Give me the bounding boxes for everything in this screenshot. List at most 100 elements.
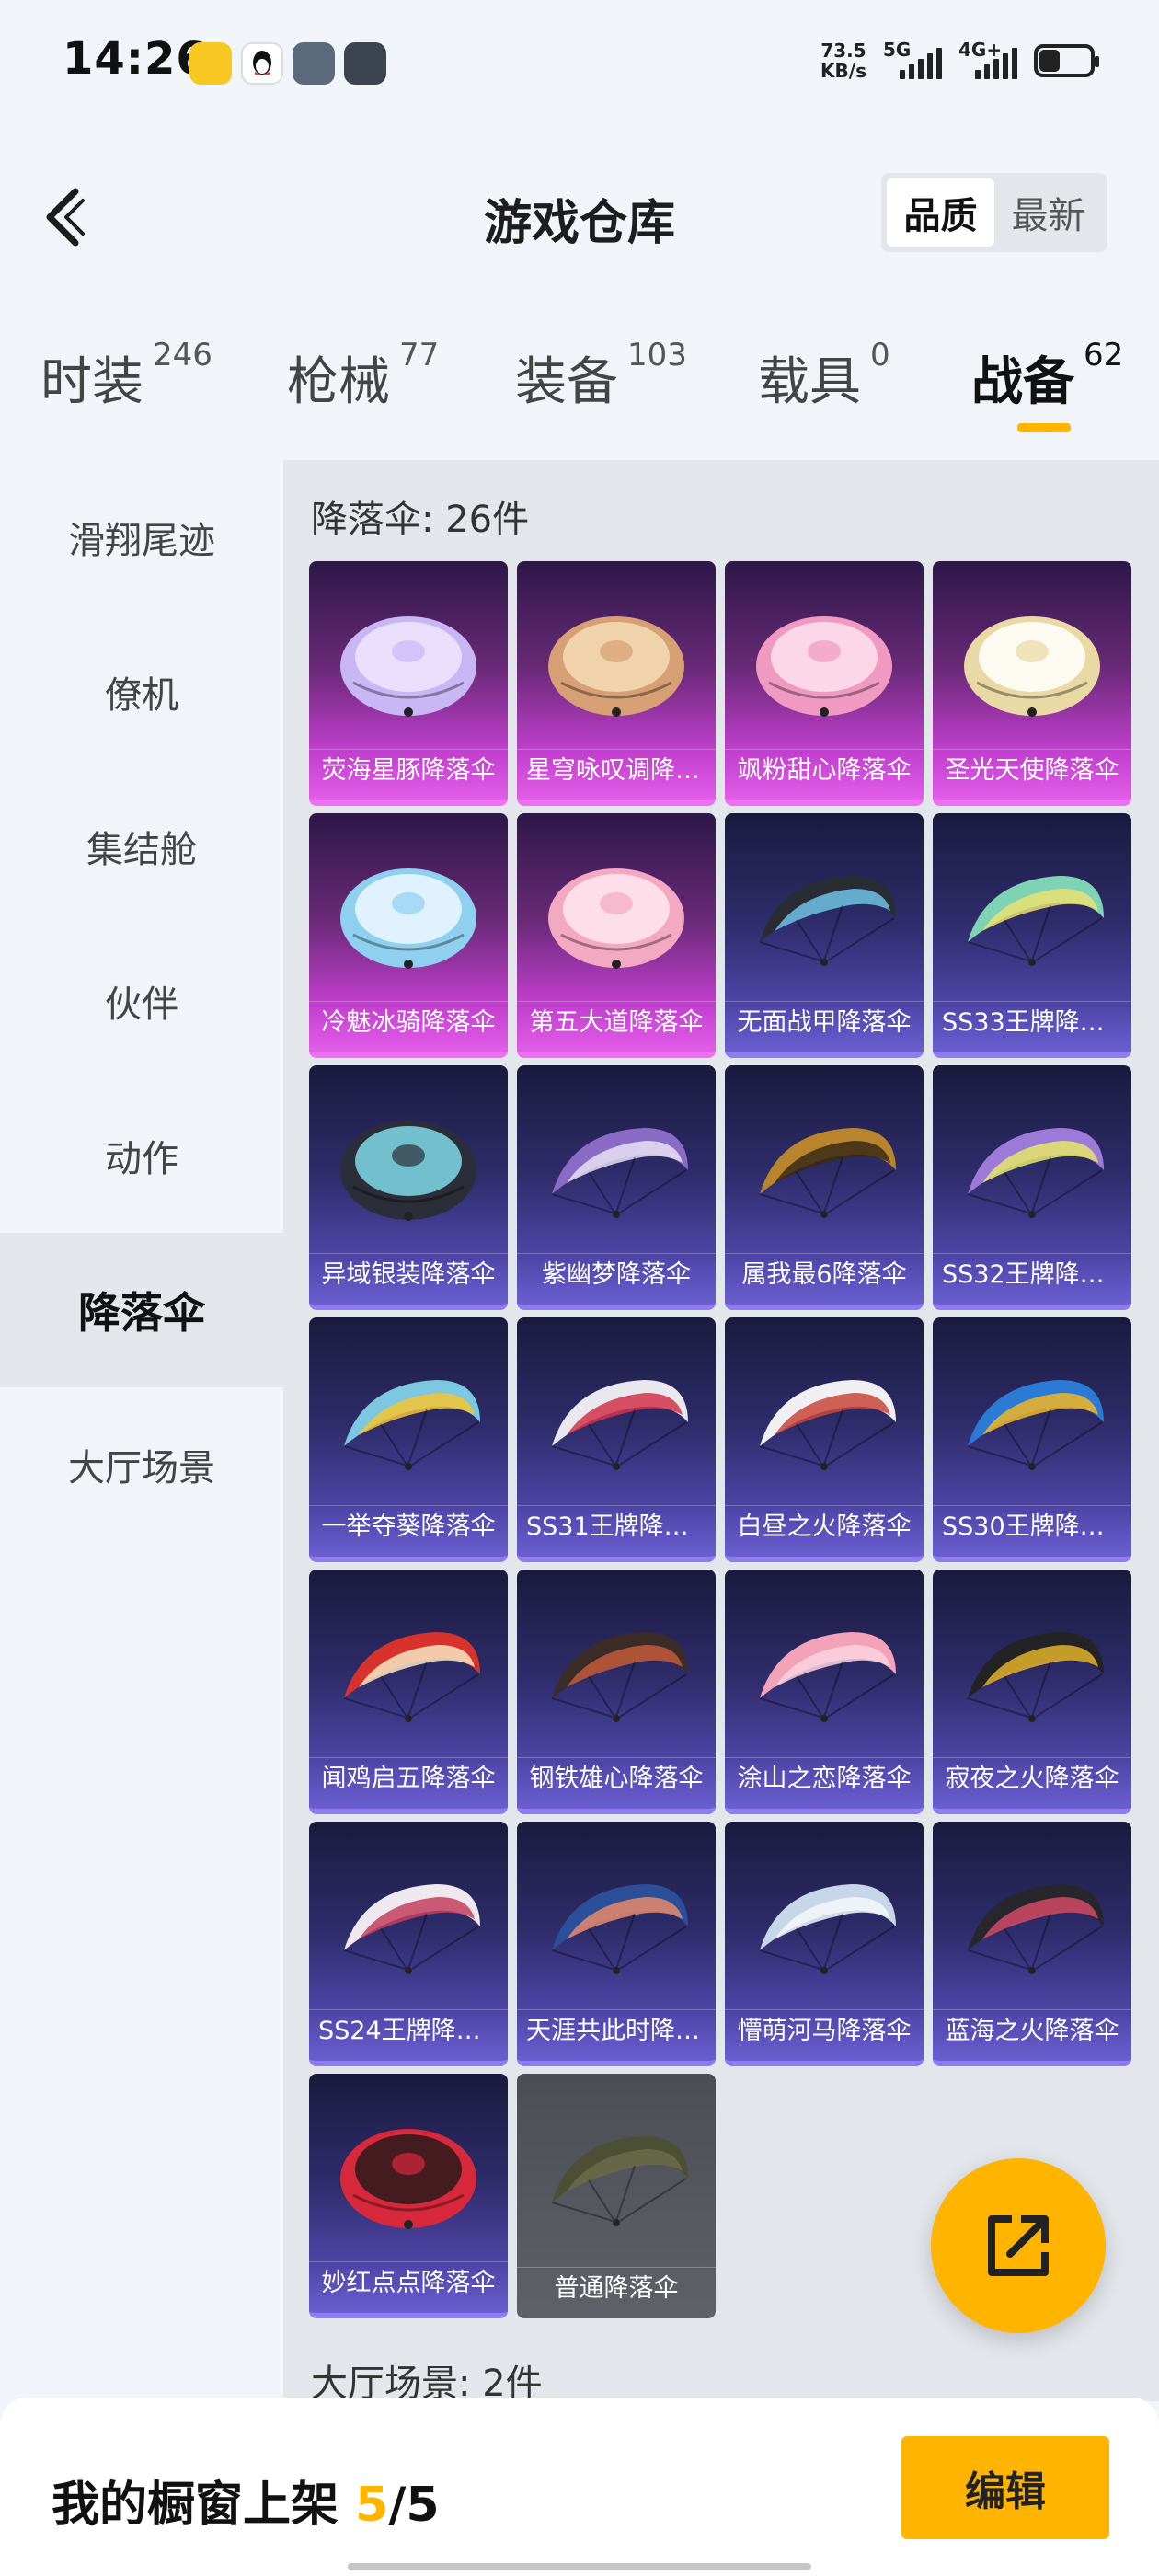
- parachute-image: [340, 1121, 476, 1221]
- sidebar-item-assembly-pod[interactable]: 集结舱: [0, 769, 283, 924]
- parachute-image: [551, 2136, 688, 2226]
- parachute-image: [551, 1380, 688, 1470]
- item-name: 懵萌河马降落伞: [725, 2009, 924, 2053]
- item-card[interactable]: SS30王牌降落伞: [933, 1317, 1131, 1562]
- tab-vehicles[interactable]: 载具 0: [758, 337, 890, 415]
- sidebar-item-parachute[interactable]: 降落伞: [0, 1233, 283, 1387]
- sidebar-item-emote[interactable]: 动作: [0, 1078, 283, 1233]
- item-name: 圣光天使降落伞: [933, 749, 1131, 793]
- parachute-image: [967, 1380, 1104, 1470]
- section-title-lobby-scene: 大厅场景: 2件: [311, 2363, 543, 2401]
- showcase-separator: /: [388, 2478, 407, 2533]
- tab-count: 77: [399, 337, 440, 374]
- notification-icons: [189, 42, 386, 85]
- parachute-image: [759, 1128, 896, 1218]
- item-name: 星穹咏叹调降落伞: [517, 749, 716, 793]
- item-card[interactable]: 闻鸡启五降落伞: [309, 1570, 508, 1814]
- item-card[interactable]: 无面战甲降落伞: [725, 813, 924, 1058]
- parachute-image: [340, 616, 476, 717]
- showcase-label: 我的橱窗上架: [52, 2478, 339, 2533]
- tab-label: 枪械: [287, 352, 390, 412]
- item-name: SS30王牌降落伞: [933, 1505, 1131, 1549]
- parachute-image: [340, 2129, 476, 2229]
- network-speed-value: 73.5: [820, 40, 866, 62]
- item-name: 寂夜之火降落伞: [933, 1757, 1131, 1801]
- parachute-image: [967, 876, 1104, 966]
- parachute-image: [340, 868, 476, 969]
- sidebar-item-companion[interactable]: 伙伴: [0, 924, 283, 1078]
- active-tab-indicator: [1017, 423, 1071, 432]
- share-button[interactable]: [931, 2158, 1106, 2333]
- network-speed: 73.5 KB/s: [820, 40, 866, 81]
- item-card[interactable]: SS31王牌降落伞: [517, 1317, 716, 1562]
- status-bar: 14:26 73.5 KB/s 5G 4G+: [0, 0, 1159, 129]
- parachute-image: [759, 876, 896, 966]
- share-icon: [988, 2215, 1049, 2276]
- tab-combat-gear[interactable]: 战备 62: [971, 337, 1124, 415]
- network-speed-unit: KB/s: [820, 60, 866, 82]
- item-name: 闻鸡启五降落伞: [309, 1757, 508, 1801]
- item-card[interactable]: 白昼之火降落伞: [725, 1317, 924, 1562]
- signal-5g-icon: 5G: [883, 39, 942, 79]
- sidebar-item-wingman[interactable]: 僚机: [0, 615, 283, 769]
- item-card[interactable]: SS32王牌降落伞: [933, 1065, 1131, 1310]
- parachute-image: [551, 1128, 688, 1218]
- item-card[interactable]: 一举夺葵降落伞: [309, 1317, 508, 1562]
- tab-guns[interactable]: 枪械 77: [287, 337, 440, 415]
- tab-count: 62: [1084, 337, 1124, 374]
- item-card[interactable]: 飒粉甜心降落伞: [725, 561, 924, 806]
- item-name: SS31王牌降落伞: [517, 1505, 716, 1549]
- parachute-image: [756, 616, 892, 717]
- item-card[interactable]: 属我最6降落伞: [725, 1065, 924, 1310]
- sort-quality-button[interactable]: 品质: [887, 178, 994, 247]
- item-card[interactable]: SS24王牌降落伞: [309, 1822, 508, 2066]
- item-card[interactable]: 涂山之恋降落伞: [725, 1570, 924, 1814]
- item-name: 荧海星豚降落伞: [309, 749, 508, 793]
- edit-button[interactable]: 编辑: [901, 2436, 1109, 2539]
- item-card[interactable]: 妙红点点降落伞: [309, 2074, 508, 2318]
- game-app-icon: [293, 42, 335, 85]
- sort-newest-button[interactable]: 最新: [994, 178, 1102, 247]
- item-name: 普通降落伞: [517, 2267, 716, 2311]
- parachute-image: [551, 1632, 688, 1722]
- parachute-image: [967, 1128, 1104, 1218]
- home-indicator[interactable]: [348, 2563, 811, 2570]
- item-card[interactable]: 冷魅冰骑降落伞: [309, 813, 508, 1058]
- item-card[interactable]: 寂夜之火降落伞: [933, 1570, 1131, 1814]
- parachute-image: [967, 1632, 1104, 1722]
- item-card[interactable]: 天涯共此时降落伞: [517, 1822, 716, 2066]
- item-list-panel[interactable]: 降落伞: 26件 荧海星豚降落伞 星穹咏叹调降落伞 飒粉甜心降落伞 圣光天使降落伞冷魅…: [283, 460, 1159, 2401]
- item-card[interactable]: 紫幽梦降落伞: [517, 1065, 716, 1310]
- item-name: 钢铁雄心降落伞: [517, 1757, 716, 1801]
- qq-icon: [241, 42, 283, 85]
- item-card[interactable]: 懵萌河马降落伞: [725, 1822, 924, 2066]
- sidebar-item-lobby-scene[interactable]: 大厅场景: [0, 1387, 283, 1542]
- item-card[interactable]: 异域银装降落伞: [309, 1065, 508, 1310]
- item-card[interactable]: 第五大道降落伞: [517, 813, 716, 1058]
- item-name: 涂山之恋降落伞: [725, 1757, 924, 1801]
- item-card[interactable]: 普通降落伞: [517, 2074, 716, 2318]
- app-notification-icon: [189, 42, 232, 85]
- item-card[interactable]: 圣光天使降落伞: [933, 561, 1131, 806]
- tab-equipment[interactable]: 装备 103: [515, 337, 687, 415]
- item-card[interactable]: 星穹咏叹调降落伞: [517, 561, 716, 806]
- tab-count: 246: [153, 337, 212, 374]
- item-name: 天涯共此时降落伞: [517, 2009, 716, 2053]
- sort-toggle: 品质 最新: [881, 173, 1107, 252]
- sim1-label: 5G: [883, 39, 912, 61]
- item-card[interactable]: 荧海星豚降落伞: [309, 561, 508, 806]
- sidebar-item-glide-trail[interactable]: 滑翔尾迹: [0, 460, 283, 615]
- item-name: 蓝海之火降落伞: [933, 2009, 1131, 2053]
- item-name: 第五大道降落伞: [517, 1001, 716, 1045]
- parachute-image: [759, 1884, 896, 1974]
- section-title-parachute: 降落伞: 26件: [311, 499, 530, 541]
- sim2-label: 4G+: [958, 39, 1003, 61]
- item-name: 属我最6降落伞: [725, 1253, 924, 1297]
- showcase-total-count: 5: [406, 2478, 440, 2533]
- item-card[interactable]: 钢铁雄心降落伞: [517, 1570, 716, 1814]
- item-card[interactable]: SS33王牌降落伞: [933, 813, 1131, 1058]
- item-card[interactable]: 蓝海之火降落伞: [933, 1822, 1131, 2066]
- tab-fashion[interactable]: 时装 246: [40, 337, 212, 415]
- parachute-image: [964, 616, 1100, 717]
- category-tabs: 时装 246 枪械 77 装备 103 载具 0 战备 62: [0, 337, 1159, 442]
